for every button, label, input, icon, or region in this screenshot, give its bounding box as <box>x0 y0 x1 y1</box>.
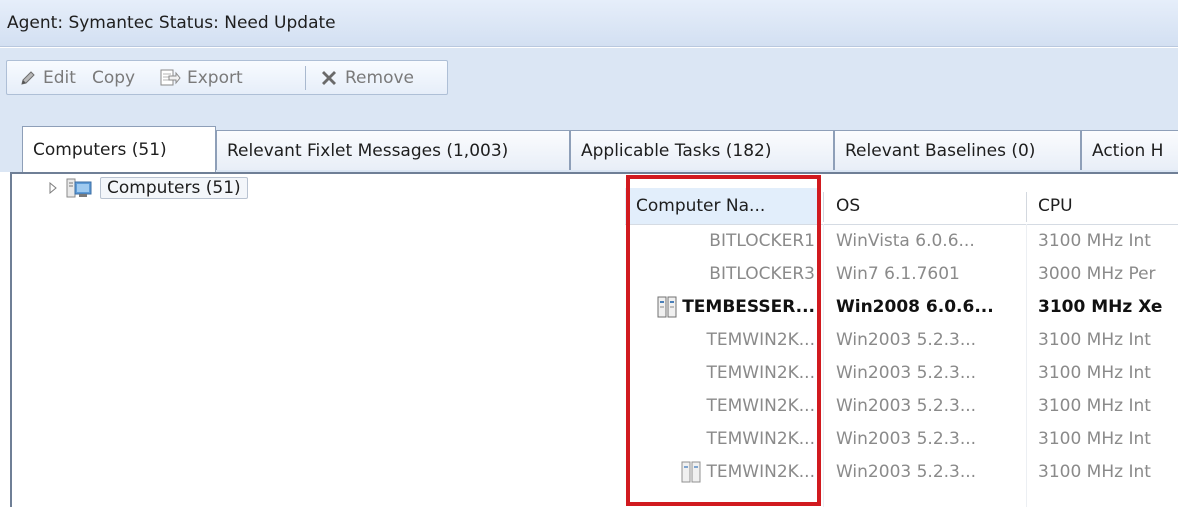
column-separator[interactable] <box>823 192 824 222</box>
toolbar-buttons: Edit Copy Export Remove <box>6 60 448 95</box>
table-row[interactable]: TEMWIN2K... Win2003 5.2.3... 3100 MHz In… <box>625 356 1178 389</box>
tab-relevant-baselines[interactable]: Relevant Baselines (0) <box>834 130 1081 170</box>
tab-computers-label: Computers (51) <box>33 139 167 160</box>
column-header-cpu-label: CPU <box>1038 196 1073 216</box>
tab-applicable-tasks-label: Applicable Tasks (182) <box>581 140 772 161</box>
cell-os: Win2003 5.2.3... <box>836 461 977 482</box>
cell-computer-name: BITLOCKER3 <box>709 263 815 284</box>
column-header-computer-name-label: Computer Na... <box>636 196 766 216</box>
remove-button[interactable]: Remove <box>319 67 414 89</box>
grid-header: Computer Na... OS CPU <box>625 188 1178 225</box>
cell-os: Win2003 5.2.3... <box>836 362 977 383</box>
cell-computer-name: BITLOCKER1 <box>709 230 815 251</box>
cell-computer-name: TEMWIN2K... <box>625 455 821 488</box>
cell-computer-name: TEMBESSER... <box>625 290 821 323</box>
column-header-os-label: OS <box>836 196 861 216</box>
column-header-cpu[interactable]: CPU <box>1027 188 1178 224</box>
table-row[interactable]: TEMWIN2K... Win2003 5.2.3... 3100 MHz In… <box>625 455 1178 488</box>
cell-cpu: 3100 MHz Int <box>1038 362 1151 383</box>
tab-applicable-tasks[interactable]: Applicable Tasks (182) <box>570 130 834 170</box>
tab-relevant-fixlet-messages[interactable]: Relevant Fixlet Messages (1,003) <box>216 130 570 170</box>
export-button[interactable]: Export <box>159 67 243 89</box>
cell-computer-name: TEMWIN2K... <box>706 428 815 449</box>
tab-relevant-fixlet-messages-label: Relevant Fixlet Messages (1,003) <box>227 140 509 161</box>
cell-cpu: 3000 MHz Per <box>1038 263 1156 284</box>
copy-label: Copy <box>92 68 136 88</box>
export-label: Export <box>187 68 243 88</box>
server-icon <box>681 461 701 482</box>
cell-cpu: 3100 MHz Int <box>1038 461 1151 482</box>
tab-action-history[interactable]: Action H <box>1081 130 1178 170</box>
cell-os: Win2008 6.0.6... <box>836 296 994 317</box>
tab-computers[interactable]: Computers (51) <box>22 126 216 172</box>
tab-strip: Computers (51) Relevant Fixlet Messages … <box>0 114 1178 172</box>
column-header-computer-name[interactable]: Computer Na... <box>625 188 821 224</box>
computers-group-icon <box>66 178 92 198</box>
cell-os: Win2003 5.2.3... <box>836 395 977 416</box>
cell-cpu: 3100 MHz Int <box>1038 230 1151 251</box>
computer-grid: Computer Na... OS CPU BITLOCKER1 WinVist… <box>625 188 1178 507</box>
server-icon <box>657 296 677 317</box>
cell-os: Win2003 5.2.3... <box>836 329 977 350</box>
tab-relevant-baselines-label: Relevant Baselines (0) <box>845 140 1036 161</box>
cell-computer-name-text: TEMBESSER... <box>682 296 815 317</box>
table-row[interactable]: BITLOCKER3 Win7 6.1.7601 3000 MHz Per <box>625 257 1178 290</box>
tree-node-label: Computers (51) <box>100 177 248 199</box>
cell-computer-name: TEMWIN2K... <box>706 329 815 350</box>
toolbar: Edit Copy Export Remove <box>0 48 1178 114</box>
cell-cpu: 3100 MHz Int <box>1038 395 1151 416</box>
table-row[interactable]: BITLOCKER1 WinVista 6.0.6... 3100 MHz In… <box>625 224 1178 257</box>
toolbar-separator <box>305 66 306 90</box>
edit-label: Edit <box>43 68 76 88</box>
table-row[interactable]: TEMWIN2K... Win2003 5.2.3... 3100 MHz In… <box>625 323 1178 356</box>
cell-os: Win2003 5.2.3... <box>836 428 977 449</box>
table-row[interactable]: TEMBESSER... Win2008 6.0.6... 3100 MHz X… <box>625 290 1178 323</box>
remove-x-icon <box>322 71 336 85</box>
remove-label: Remove <box>345 68 414 88</box>
cell-cpu: 3100 MHz Int <box>1038 428 1151 449</box>
tree-node-computers[interactable]: Computers (51) <box>48 175 248 201</box>
cell-cpu: 3100 MHz Xe <box>1038 296 1163 317</box>
copy-button[interactable]: Copy <box>92 67 135 89</box>
expand-arrow-icon[interactable] <box>48 182 58 194</box>
cell-os: Win7 6.1.7601 <box>836 263 960 284</box>
cell-computer-name: TEMWIN2K... <box>706 395 815 416</box>
table-row[interactable]: TEMWIN2K... Win2003 5.2.3... 3100 MHz In… <box>625 389 1178 422</box>
status-title: Agent: Symantec Status: Need Update <box>7 13 336 33</box>
cell-computer-name: TEMWIN2K... <box>706 362 815 383</box>
status-titlebar: Agent: Symantec Status: Need Update <box>0 0 1178 47</box>
export-icon <box>160 69 181 86</box>
cell-os: WinVista 6.0.6... <box>836 230 975 251</box>
cell-computer-name-text: TEMWIN2K... <box>706 461 815 482</box>
cell-cpu: 3100 MHz Int <box>1038 329 1151 350</box>
edit-button[interactable]: Edit <box>19 67 76 89</box>
table-row[interactable]: TEMWIN2K... Win2003 5.2.3... 3100 MHz In… <box>625 422 1178 455</box>
pencil-icon <box>21 71 35 85</box>
column-header-os[interactable]: OS <box>825 188 1025 224</box>
tab-action-history-label: Action H <box>1092 140 1164 161</box>
